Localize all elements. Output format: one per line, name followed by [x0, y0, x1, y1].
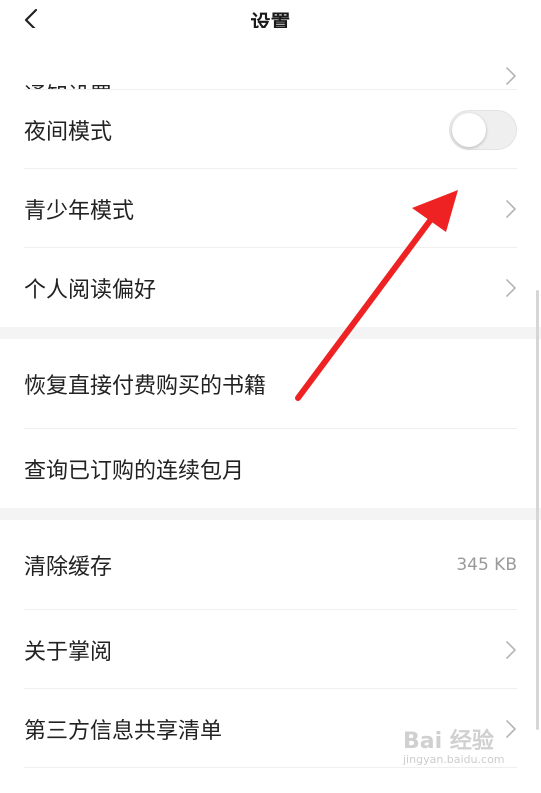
settings-item-label: 恢复直接付费购买的书籍: [24, 374, 267, 399]
chevron-right-icon: [506, 67, 516, 85]
night-mode-toggle[interactable]: [449, 109, 517, 150]
settings-item-label: 青少年模式: [24, 198, 135, 224]
cache-size-value: 345 KB: [456, 555, 517, 575]
chevron-right-icon: [506, 640, 516, 659]
section-gap: [0, 508, 541, 520]
settings-item-teen-mode[interactable]: 青少年模式: [0, 169, 541, 248]
settings-item-label: 夜间模式: [24, 119, 113, 145]
toggle-knob: [452, 112, 486, 147]
settings-item-notification[interactable]: 通知设置: [0, 28, 541, 90]
section-gap: [0, 327, 541, 339]
settings-item-clear-cache[interactable]: 清除缓存 345 KB: [0, 520, 541, 610]
settings-item-restore-purchases[interactable]: 恢复直接付费购买的书籍: [0, 339, 541, 429]
watermark-logo: Bai 经验: [403, 729, 494, 754]
settings-item-about[interactable]: 关于掌阅: [0, 610, 541, 689]
settings-list: 通知设置 夜间模式 青少年模式 个人阅读偏好 恢复直接付费购买的书籍 查询已订购…: [0, 28, 541, 768]
chevron-right-icon: [506, 199, 516, 218]
watermark: Bai 经验 jingyan.baidu.com: [403, 723, 523, 775]
settings-item-label: 查询已订购的连续包月: [24, 458, 245, 484]
settings-item-night-mode: 夜间模式: [0, 90, 541, 169]
chevron-right-icon: [506, 278, 516, 297]
settings-item-label: 关于掌阅: [24, 639, 113, 665]
watermark-sub: jingyan.baidu.com: [403, 753, 505, 766]
settings-item-query-subscriptions[interactable]: 查询已订购的连续包月: [0, 429, 541, 508]
settings-item-label: 清除缓存: [24, 555, 113, 580]
settings-item-label: 个人阅读偏好: [24, 277, 157, 303]
settings-item-label: 第三方信息共享清单: [24, 718, 223, 744]
scrollbar[interactable]: [536, 290, 539, 730]
settings-item-reading-prefs[interactable]: 个人阅读偏好: [0, 248, 541, 327]
